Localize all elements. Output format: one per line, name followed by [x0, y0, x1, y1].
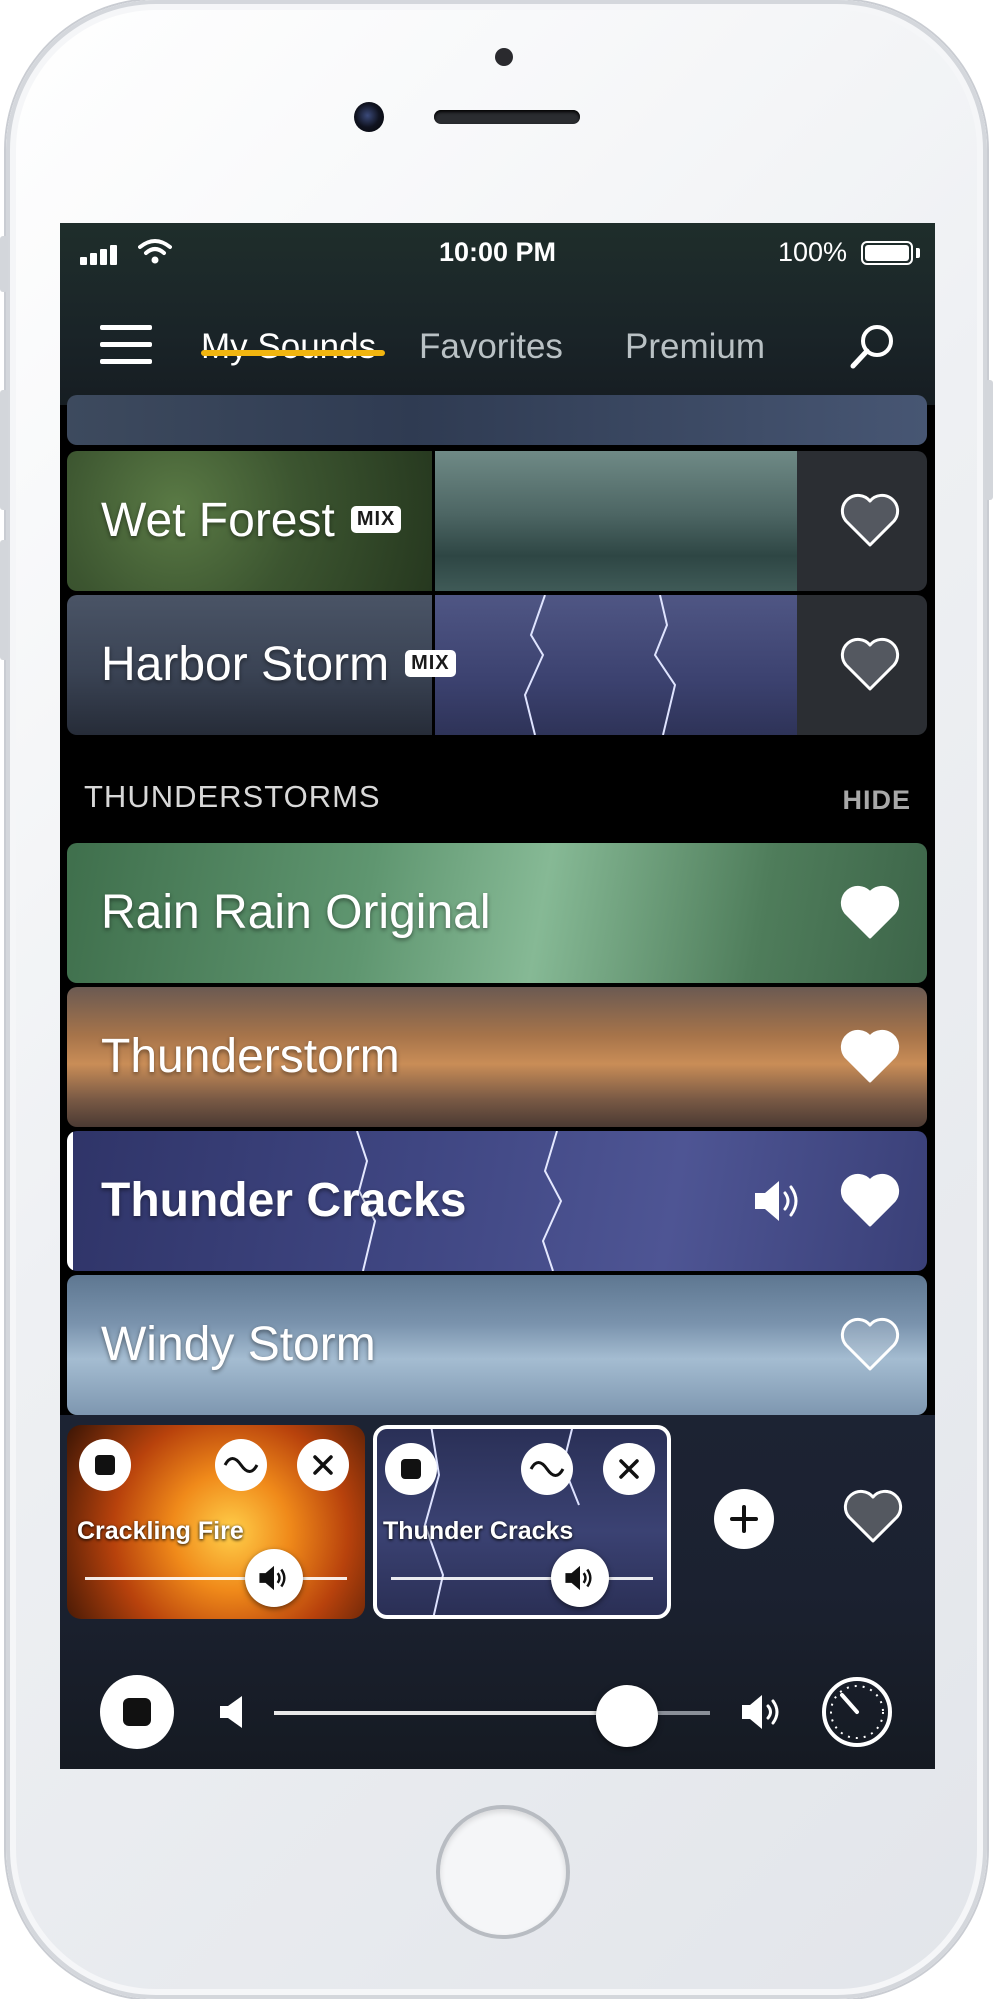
search-icon[interactable]: [847, 321, 897, 371]
volume-up-button: [0, 390, 8, 510]
status-bar: 10:00 PM 100%: [60, 223, 935, 283]
track-volume-knob[interactable]: [550, 1549, 609, 1607]
sound-list: Wet Forest MIX Harbor Storm MIX THUNDERSTO…: [60, 395, 935, 1415]
top-nav: My Sounds Favorites Premium: [60, 297, 935, 377]
heart-icon[interactable]: [839, 1027, 901, 1085]
track-volume-knob[interactable]: [244, 1549, 303, 1607]
sound-item-windy-storm[interactable]: Windy Storm: [67, 1275, 927, 1415]
volume-low-icon: [220, 1696, 242, 1728]
heart-icon[interactable]: [839, 491, 901, 549]
close-icon: [619, 1459, 639, 1479]
sound-title: Thunder Cracks: [101, 1174, 467, 1227]
track-volume-slider[interactable]: [391, 1577, 653, 1580]
mute-switch: [0, 236, 8, 292]
master-volume-fill: [274, 1711, 628, 1715]
volume-high-icon: [742, 1695, 779, 1729]
remove-track-button[interactable]: [603, 1443, 655, 1495]
stop-track-button[interactable]: [385, 1443, 437, 1495]
mixer-track-thunder-cracks[interactable]: Thunder Cracks: [373, 1425, 671, 1619]
remove-track-button[interactable]: [297, 1439, 349, 1491]
track-label: Crackling Fire: [77, 1517, 244, 1545]
vary-volume-button[interactable]: [215, 1439, 267, 1491]
now-playing-indicator: [67, 1131, 73, 1271]
tab-premium[interactable]: Premium: [625, 327, 765, 367]
mix-title: Harbor Storm MIX: [101, 637, 456, 692]
heart-icon[interactable]: [839, 635, 901, 693]
active-tab-indicator: [201, 350, 385, 356]
add-sound-button[interactable]: [714, 1489, 774, 1549]
battery-nub: [916, 248, 920, 258]
timer-icon[interactable]: [820, 1675, 894, 1749]
stop-all-button[interactable]: [100, 1675, 174, 1749]
mix-item-harbor-storm[interactable]: Harbor Storm MIX: [67, 595, 927, 735]
close-icon: [313, 1455, 333, 1475]
heart-icon[interactable]: [839, 883, 901, 941]
sound-title: Thunderstorm: [101, 1030, 400, 1083]
home-button[interactable]: [436, 1805, 570, 1939]
mix-badge: MIX: [405, 649, 456, 677]
sound-title: Rain Rain Original: [101, 886, 491, 939]
stop-track-button[interactable]: [79, 1439, 131, 1491]
wave-icon: [529, 1461, 565, 1477]
mix-badge: MIX: [350, 505, 402, 533]
lightning-graphic: [523, 595, 677, 735]
mixer-panel: Crackling Fire Thunder Cracks: [60, 1415, 935, 1769]
battery-percentage: 100%: [777, 237, 847, 267]
speaker-icon: [755, 1181, 798, 1221]
track-volume-slider[interactable]: [85, 1577, 347, 1580]
app-screen: 10:00 PM 100% My Sounds Favorites Premiu…: [60, 223, 935, 1769]
proximity-sensor: [495, 48, 513, 66]
sound-title: Windy Storm: [101, 1318, 376, 1371]
stop-icon: [401, 1459, 421, 1479]
sound-item-thunder-cracks[interactable]: Thunder Cracks: [67, 1131, 927, 1271]
sound-item-rain-rain-original[interactable]: Rain Rain Original: [67, 843, 927, 983]
vary-volume-button[interactable]: [521, 1443, 573, 1495]
header: 10:00 PM 100% My Sounds Favorites Premiu…: [60, 223, 935, 405]
wave-icon: [223, 1457, 259, 1473]
power-button: [985, 380, 993, 500]
front-camera: [354, 102, 384, 132]
master-volume-knob[interactable]: [596, 1685, 659, 1747]
mix-thumbnail-foggy-woods: [435, 451, 797, 591]
menu-icon[interactable]: [100, 325, 152, 365]
speaker-icon: [259, 1565, 286, 1591]
stop-icon: [123, 1698, 151, 1726]
section-title: THUNDERSTORMS: [84, 779, 381, 814]
mix-item-wet-forest[interactable]: Wet Forest MIX: [67, 451, 927, 591]
list-item-partial[interactable]: [67, 395, 927, 445]
heart-icon[interactable]: [839, 1315, 901, 1373]
heart-icon[interactable]: [839, 1171, 901, 1229]
sound-item-thunderstorm[interactable]: Thunderstorm: [67, 987, 927, 1127]
tab-favorites[interactable]: Favorites: [419, 327, 563, 367]
heart-icon[interactable]: [842, 1487, 904, 1545]
stop-icon: [95, 1455, 115, 1475]
mix-thumbnail-lightning: [435, 595, 797, 735]
track-label: Thunder Cracks: [383, 1517, 574, 1545]
tab-my-sounds[interactable]: My Sounds: [201, 327, 376, 367]
plus-icon: [730, 1505, 758, 1533]
speaker-icon: [565, 1565, 592, 1591]
volume-down-button: [0, 540, 8, 660]
hide-section-button[interactable]: HIDE: [842, 785, 911, 816]
mix-title: Wet Forest MIX: [101, 493, 402, 548]
mixer-track-crackling-fire[interactable]: Crackling Fire: [67, 1425, 365, 1619]
earpiece-speaker: [434, 110, 580, 124]
battery-icon: [861, 241, 913, 265]
